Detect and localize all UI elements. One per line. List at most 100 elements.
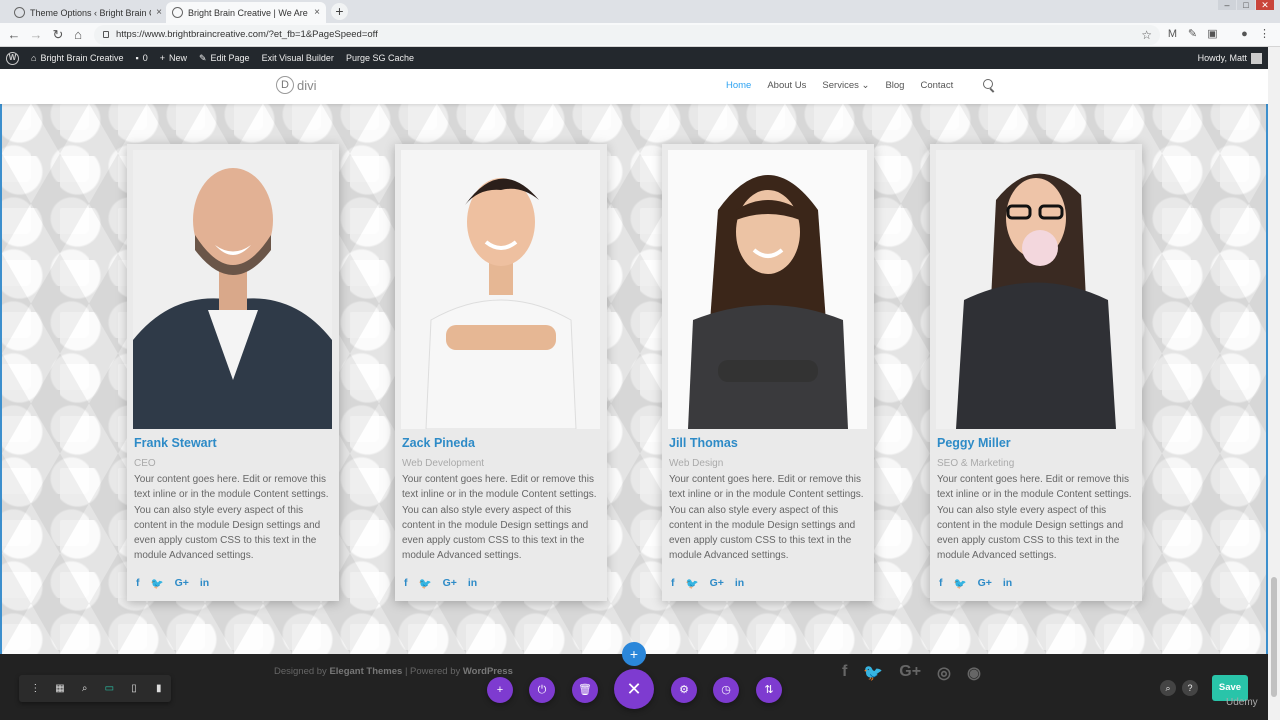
- member-name[interactable]: Peggy Miller: [937, 436, 1011, 450]
- team-member-card[interactable]: Frank Stewart CEO Your content goes here…: [127, 144, 339, 601]
- history-icon[interactable]: ◷: [713, 677, 739, 703]
- menu-dots-icon[interactable]: ⋮: [23, 683, 48, 694]
- forward-arrow-icon[interactable]: →: [28, 27, 44, 43]
- zoom-icon[interactable]: ⌕: [72, 683, 97, 694]
- linkedin-icon[interactable]: in: [1003, 577, 1012, 590]
- home-icon[interactable]: ⌂: [70, 27, 86, 43]
- wp-logo-menu[interactable]: W: [0, 47, 25, 69]
- wordpress-link[interactable]: WordPress: [463, 666, 513, 677]
- minimize-button[interactable]: –: [1218, 0, 1236, 10]
- builder-view-controls: ⋮ ▦ ⌕ ▭ ▯ ▮: [19, 675, 171, 702]
- add-button[interactable]: +: [487, 677, 513, 703]
- tab-theme-options[interactable]: Theme Options ‹ Bright Brain Cre ×: [8, 2, 168, 23]
- member-description[interactable]: Your content goes here. Edit or remove t…: [937, 472, 1137, 564]
- menu-item-about-us[interactable]: About Us: [767, 80, 806, 91]
- help-icon[interactable]: ?: [1182, 680, 1198, 696]
- gmail-extension-icon[interactable]: M: [1166, 28, 1179, 41]
- menu-item-home[interactable]: Home: [726, 80, 751, 91]
- close-window-button[interactable]: ✕: [1256, 0, 1274, 10]
- add-section-button[interactable]: +: [622, 642, 646, 666]
- facebook-icon[interactable]: f: [842, 663, 847, 683]
- member-role[interactable]: Web Development: [402, 458, 484, 469]
- tablet-view-icon[interactable]: ▯: [122, 683, 147, 694]
- member-role[interactable]: CEO: [134, 458, 156, 469]
- twitter-icon[interactable]: 🐦: [419, 577, 432, 590]
- team-member-card[interactable]: Zack Pineda Web Development Your content…: [395, 144, 607, 601]
- comment-icon: ▪: [135, 53, 139, 63]
- site-name-menu[interactable]: ⌂ Bright Brain Creative: [25, 47, 129, 69]
- account-menu[interactable]: Howdy, Matt: [1192, 47, 1268, 69]
- new-tab-button[interactable]: +: [331, 3, 348, 20]
- google-plus-icon[interactable]: G+: [978, 577, 992, 590]
- tab-close-icon[interactable]: ×: [314, 7, 320, 18]
- purge-cache-link[interactable]: Purge SG Cache: [340, 47, 420, 69]
- edit-page-link[interactable]: ✎ Edit Page: [193, 47, 256, 69]
- reload-icon[interactable]: ↻: [50, 27, 66, 43]
- bookmark-star-icon[interactable]: ☆: [1141, 25, 1152, 45]
- search-icon[interactable]: [983, 79, 993, 89]
- tab-close-icon[interactable]: ×: [156, 7, 162, 18]
- site-header: D divi Home About Us Services ⌄ Blog Con…: [0, 69, 1268, 104]
- facebook-icon[interactable]: f: [136, 577, 140, 590]
- member-name[interactable]: Jill Thomas: [669, 436, 738, 450]
- member-role[interactable]: SEO & Marketing: [937, 458, 1014, 469]
- comments-menu[interactable]: ▪ 0: [129, 47, 153, 69]
- close-settings-button[interactable]: ✕: [614, 669, 654, 709]
- chrome-menu-icon[interactable]: ⋮: [1258, 28, 1271, 41]
- instagram-icon[interactable]: ◎: [937, 663, 951, 683]
- elegant-themes-link[interactable]: Elegant Themes: [329, 666, 402, 677]
- menu-item-blog[interactable]: Blog: [885, 80, 904, 91]
- linkedin-icon[interactable]: in: [200, 577, 209, 590]
- new-content-menu[interactable]: + New: [154, 47, 193, 69]
- twitter-icon[interactable]: 🐦: [954, 577, 967, 590]
- scrollbar-thumb[interactable]: [1271, 577, 1277, 697]
- rss-icon[interactable]: ◉: [967, 663, 981, 683]
- menu-item-contact[interactable]: Contact: [920, 80, 953, 91]
- twitter-icon[interactable]: 🐦: [151, 577, 164, 590]
- team-member-card[interactable]: Jill Thomas Web Design Your content goes…: [662, 144, 874, 601]
- member-description[interactable]: Your content goes here. Edit or remove t…: [402, 472, 602, 564]
- facebook-icon[interactable]: f: [939, 577, 943, 590]
- twitter-icon[interactable]: 🐦: [686, 577, 699, 590]
- sort-icon[interactable]: ⇅: [756, 677, 782, 703]
- google-plus-icon[interactable]: G+: [899, 663, 921, 683]
- settings-gear-icon[interactable]: ⚙: [671, 677, 697, 703]
- trash-icon[interactable]: 🗑: [572, 677, 598, 703]
- url-field[interactable]: https://www.brightbraincreative.com/?et_…: [94, 25, 1160, 45]
- plus-icon: +: [159, 53, 165, 63]
- wordpress-favicon-icon: [172, 7, 183, 18]
- facebook-icon[interactable]: f: [671, 577, 675, 590]
- maximize-button[interactable]: □: [1237, 0, 1255, 10]
- portability-icon[interactable]: ⏻: [529, 677, 555, 703]
- linkedin-icon[interactable]: in: [468, 577, 477, 590]
- footer-social-icons: f 🐦 G+ ◎ ◉: [842, 663, 981, 683]
- member-name[interactable]: Zack Pineda: [402, 436, 475, 450]
- desktop-view-icon[interactable]: ▭: [97, 683, 122, 694]
- tab-bright-brain[interactable]: Bright Brain Creative | We Are Br ×: [166, 2, 326, 23]
- team-section[interactable]: Frank Stewart CEO Your content goes here…: [0, 104, 1268, 654]
- linkedin-icon[interactable]: in: [735, 577, 744, 590]
- member-description[interactable]: Your content goes here. Edit or remove t…: [669, 472, 869, 564]
- extension-icon[interactable]: ▣: [1206, 28, 1219, 41]
- twitter-icon[interactable]: 🐦: [863, 663, 883, 683]
- phone-view-icon[interactable]: ▮: [146, 683, 171, 694]
- menu-item-services[interactable]: Services ⌄: [822, 80, 869, 91]
- exit-visual-builder-link[interactable]: Exit Visual Builder: [256, 47, 340, 69]
- wireframe-icon[interactable]: ▦: [48, 683, 73, 694]
- member-name[interactable]: Frank Stewart: [134, 436, 217, 450]
- google-plus-icon[interactable]: G+: [443, 577, 457, 590]
- member-description[interactable]: Your content goes here. Edit or remove t…: [134, 472, 334, 564]
- google-plus-icon[interactable]: G+: [175, 577, 189, 590]
- member-role[interactable]: Web Design: [669, 458, 723, 469]
- profile-icon[interactable]: ●: [1238, 28, 1251, 41]
- google-plus-icon[interactable]: G+: [710, 577, 724, 590]
- search-icon[interactable]: ⌕: [1160, 680, 1176, 696]
- eyedropper-extension-icon[interactable]: ✎: [1186, 28, 1199, 41]
- social-links: f 🐦 G+ in: [939, 577, 1012, 590]
- facebook-icon[interactable]: f: [404, 577, 408, 590]
- team-member-card[interactable]: Peggy Miller SEO & Marketing Your conten…: [930, 144, 1142, 601]
- designed-by-text: Designed by: [274, 666, 327, 677]
- back-arrow-icon[interactable]: ←: [6, 27, 22, 43]
- site-logo[interactable]: D divi: [276, 76, 317, 94]
- page-scrollbar[interactable]: [1268, 47, 1280, 720]
